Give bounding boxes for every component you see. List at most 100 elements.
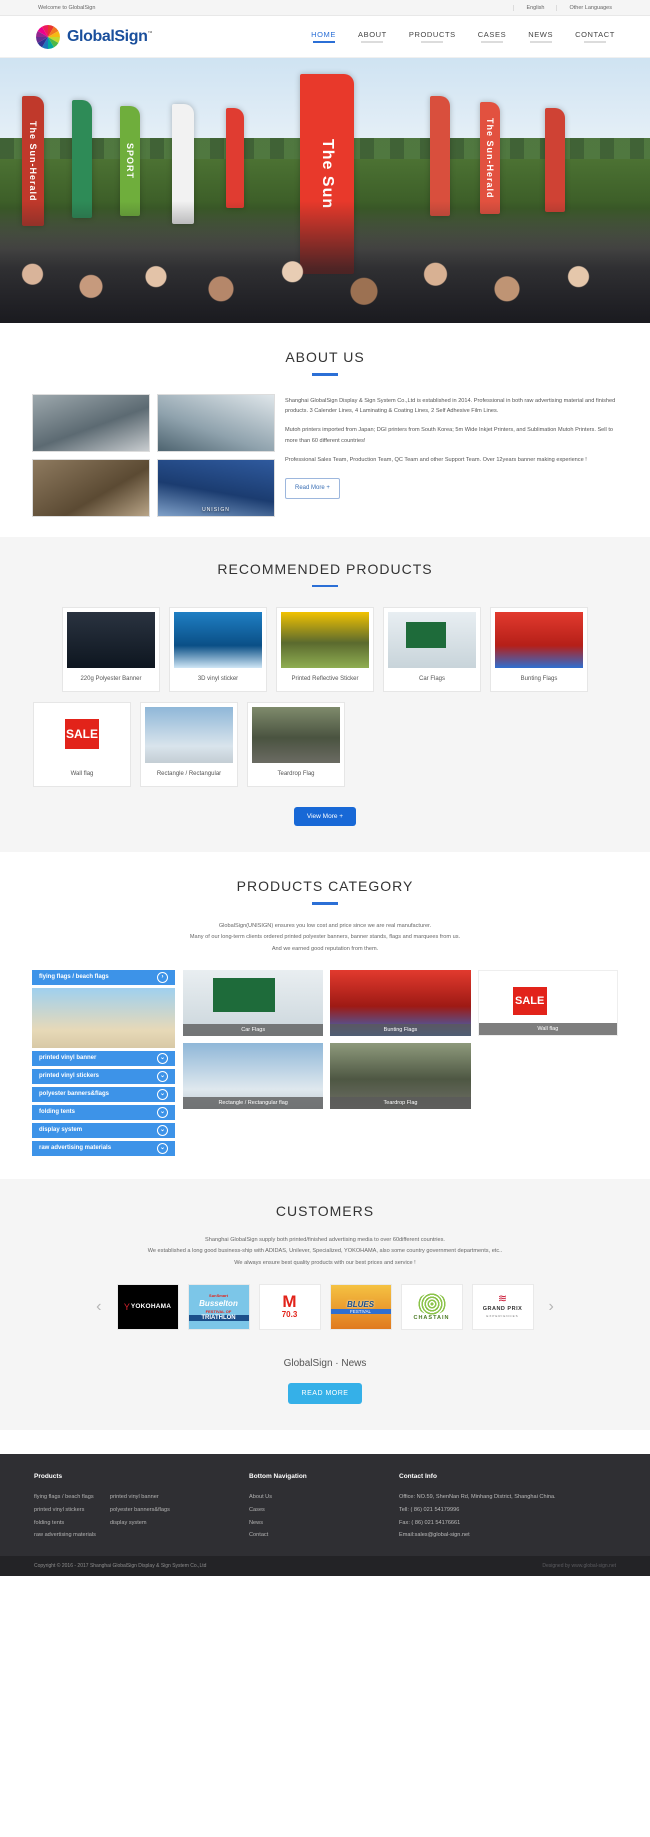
footer-link[interactable]: Contact	[249, 1529, 399, 1542]
category-cell[interactable]: Rectangle / Rectangular flag	[183, 1042, 324, 1109]
footer-link[interactable]: folding tents	[34, 1517, 96, 1530]
chevron-down-icon: ⌄	[157, 1088, 168, 1100]
customer-logo-yokohama[interactable]: Y YOKOHAMA	[116, 1283, 179, 1330]
footer-link[interactable]: printed vinyl banner	[110, 1491, 170, 1504]
footer-link[interactable]: About Us	[249, 1491, 399, 1504]
chevron-down-icon: ⌄	[157, 1142, 168, 1154]
about-paragraph-2: Mutoh printers imported from Japan; DGI …	[285, 427, 613, 444]
main-nav: HOME ABOUT PRODUCTS CASES NEWS CONTACT	[311, 30, 615, 43]
logo[interactable]: GlobalSign™	[35, 24, 152, 50]
about-read-more-button[interactable]: Read More +	[285, 478, 340, 500]
category-cell[interactable]: SALE Wall flag	[477, 969, 618, 1036]
category-hero-image[interactable]	[32, 987, 175, 1048]
customer-logo-grand-prix[interactable]: ≋ GRAND PRIX EXPERIENCES	[471, 1283, 534, 1330]
recommended-products-section: RECOMMENDED PRODUCTS 220g Polyester Bann…	[0, 536, 650, 852]
footer-link[interactable]: display system	[110, 1517, 170, 1530]
footer-products-list-b: printed vinyl banner polyester banners&f…	[110, 1491, 170, 1542]
customer-logo-ironman[interactable]: M 70.3	[258, 1283, 321, 1330]
product-card[interactable]: 220g Polyester Banner	[62, 607, 160, 692]
customer-logo-label: CHASTAIN	[413, 1314, 450, 1321]
recommended-title: RECOMMENDED PRODUCTS	[217, 560, 433, 577]
about-photo-2[interactable]	[157, 393, 275, 452]
product-card[interactable]: Teardrop Flag	[247, 702, 345, 787]
footer-navigation-heading: Bottom Navigation	[249, 1472, 307, 1480]
category-item-printed-vinyl-stickers[interactable]: printed vinyl stickers ⌄	[32, 1068, 175, 1084]
customer-logo-busselton[interactable]: SunSmart Busselton FESTIVAL OF TRIATHLON	[187, 1283, 250, 1330]
product-name: Bunting Flags	[520, 676, 558, 682]
product-card[interactable]: 3D vinyl sticker	[169, 607, 267, 692]
footer-products-column: Products flying flags / beach flags prin…	[34, 1470, 249, 1542]
category-cell[interactable]: Car Flags	[183, 969, 324, 1036]
category-item-polyester-banners-flags[interactable]: polyester banners&flags ⌄	[32, 1086, 175, 1102]
category-cell-caption: Car Flags	[183, 1023, 324, 1036]
footer-contact-heading: Contact Info	[399, 1472, 437, 1480]
hero-crowd	[0, 201, 650, 323]
footer-products-heading: Products	[34, 1472, 63, 1480]
category-rule	[312, 902, 338, 905]
about-photo-4[interactable]: UNISIGN	[157, 458, 275, 517]
carousel-next-icon[interactable]: ›	[543, 1298, 560, 1316]
footer-link[interactable]: News	[249, 1517, 399, 1530]
category-item-display-system[interactable]: display system ⌄	[32, 1122, 175, 1138]
about-photo-1[interactable]	[32, 393, 150, 452]
nav-item-home[interactable]: HOME	[311, 30, 336, 43]
products-category-section: PRODUCTS CATEGORY GlobalSign(UNISIGN) en…	[0, 852, 650, 1179]
footer-contact-email[interactable]: Email:sales@global-sign.net	[399, 1529, 616, 1542]
busselton-sunsmart: SunSmart	[209, 1292, 228, 1298]
product-card[interactable]: Rectangle / Rectangular	[140, 702, 238, 787]
about-section: ABOUT US UNISIGN Shanghai GlobalSign Dis…	[0, 323, 650, 537]
nav-item-cases[interactable]: CASES	[478, 30, 506, 43]
view-more-button[interactable]: View More +	[294, 807, 356, 826]
site-footer: Products flying flags / beach flags prin…	[0, 1453, 650, 1557]
customers-desc-line-3: We always ensure best quality products w…	[234, 1260, 416, 1267]
category-item-label: polyester banners&flags	[39, 1091, 110, 1098]
about-photo-3[interactable]	[32, 458, 150, 517]
customers-section: CUSTOMERS Shanghai GlobalSign supply bot…	[0, 1178, 650, 1430]
copyright-text: Copyright © 2016 - 2017 Shanghai GlobalS…	[34, 1563, 207, 1570]
category-item-printed-vinyl-banner[interactable]: printed vinyl banner ⌄	[32, 1050, 175, 1066]
product-thumbnail	[495, 612, 583, 668]
footer-link[interactable]: printed vinyl stickers	[34, 1504, 96, 1517]
nav-item-contact[interactable]: CONTACT	[575, 30, 615, 43]
nav-item-products[interactable]: PRODUCTS	[409, 30, 456, 43]
category-grid: Car Flags Bunting Flags SALE Wall flag R…	[183, 969, 618, 1159]
product-card[interactable]: Bunting Flags	[490, 607, 588, 692]
footer-link[interactable]: Cases	[249, 1504, 399, 1517]
category-cell[interactable]: Teardrop Flag	[330, 1042, 471, 1109]
category-item-folding-tents[interactable]: folding tents ⌄	[32, 1104, 175, 1120]
category-desc-line-3: And we earned good reputation from them.	[271, 945, 379, 952]
carousel-prev-icon[interactable]: ‹	[90, 1298, 107, 1316]
hero-flag-red-small	[226, 108, 244, 208]
category-cell[interactable]: Bunting Flags	[330, 969, 471, 1036]
language-english[interactable]: English	[513, 4, 556, 11]
footer-navigation-list: About Us Cases News Contact	[249, 1491, 399, 1542]
product-thumbnail	[252, 707, 340, 763]
news-read-more-button[interactable]: READ MORE	[288, 1382, 362, 1404]
footer-link[interactable]: polyester banners&flags	[110, 1504, 170, 1517]
customer-logo-blues-festival[interactable]: BLUES FESTIVAL	[329, 1283, 392, 1330]
recommended-grid-row2: SALE Wall flag Rectangle / Rectangular T…	[0, 692, 650, 787]
language-other[interactable]: Other Languages	[556, 4, 612, 11]
nav-item-news[interactable]: NEWS	[528, 30, 553, 43]
category-item-flying-flags[interactable]: flying flags / beach flags ›	[32, 969, 175, 985]
welcome-text: Welcome to GlobalSign	[38, 4, 96, 11]
footer-link[interactable]: raw advertising materials	[34, 1529, 96, 1542]
about-paragraph-3: Professional Sales Team, Production Team…	[285, 456, 587, 463]
customers-title: CUSTOMERS	[275, 1202, 375, 1219]
yokohama-mark: Y	[123, 1301, 130, 1312]
category-title: PRODUCTS CATEGORY	[236, 878, 414, 894]
customers-carousel: ‹ Y YOKOHAMA SunSmart Busselton FESTIVAL…	[0, 1270, 650, 1330]
product-card[interactable]: SALE Wall flag	[33, 702, 131, 787]
footer-contact-office: Office: NO.59, ShenNan Rd, Minhang Distr…	[399, 1493, 556, 1500]
nav-item-about[interactable]: ABOUT	[358, 30, 387, 43]
footer-link[interactable]: flying flags / beach flags	[34, 1491, 96, 1504]
customer-logo-chastain[interactable]: CHASTAIN	[400, 1283, 463, 1330]
category-desc-line-2: Many of our long-term clients ordered pr…	[189, 934, 461, 941]
product-card[interactable]: Car Flags	[383, 607, 481, 692]
product-card[interactable]: Printed Reflective Sticker	[276, 607, 374, 692]
footer-contact-fax: Fax: ( 86) 021 54176661	[399, 1519, 461, 1526]
hero-banner[interactable]: The Sun-Herald SPORT The Sun The Sun-Her…	[0, 58, 650, 323]
category-desc-line-1: GlobalSign(UNISIGN) ensures you low cost…	[218, 922, 432, 929]
product-thumbnail	[281, 612, 369, 668]
category-item-raw-advertising-materials[interactable]: raw advertising materials ⌄	[32, 1140, 175, 1156]
